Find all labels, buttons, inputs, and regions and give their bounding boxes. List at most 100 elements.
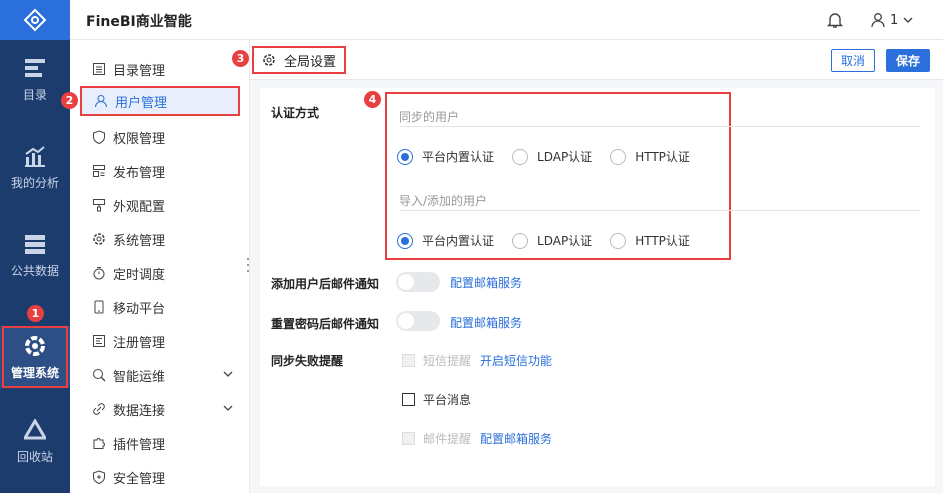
user-icon [871,13,885,28]
mail-on-add-toggle[interactable] [396,272,440,292]
step-badge-3: 3 [232,50,249,67]
radio-label: 平台内置认证 [422,150,495,164]
menu-item-label: 定时调度 [113,267,166,283]
ops-icon [92,368,106,382]
sync-radio-ldap[interactable]: LDAP认证 [512,148,592,165]
rail-item-catalog[interactable]: 目录 [0,48,70,110]
cancel-button[interactable]: 取消 [831,49,876,72]
menu-item-schedule[interactable]: 定时调度 [80,258,240,288]
sms-reminder-text: 短信提醒 [423,354,472,368]
gear-icon [263,54,275,66]
rail-item-system[interactable]: 管理系统 [0,326,70,388]
top-bar: FineBI商业智能 1 [70,0,943,40]
mobile-icon [92,300,106,314]
menu-item-label: 插件管理 [113,437,166,453]
menu-item-label: 系统管理 [113,233,166,249]
mail-on-add-config-link[interactable]: 配置邮箱服务 [450,274,522,291]
menu-item-label: 发布管理 [113,165,166,181]
import-radio-ldap[interactable]: LDAP认证 [512,232,592,249]
radio-label: HTTP认证 [635,234,690,248]
save-button[interactable]: 保存 [886,49,931,72]
mail-reminder-row: 邮件提醒 [402,430,471,447]
rail-item-recycle[interactable]: 回收站 [0,410,70,472]
sync-radio-http[interactable]: HTTP认证 [610,148,690,165]
radio-label: LDAP认证 [537,234,593,248]
shield-icon [92,130,106,144]
menu-item-permission[interactable]: 权限管理 [80,122,240,152]
rail-item-label: 公共数据 [10,263,59,278]
rail-item-label: 回收站 [16,449,53,464]
rail-item-analysis[interactable]: 我的分析 [0,136,70,198]
user-menu[interactable]: 1 [870,10,914,30]
menu-item-ops[interactable]: 智能运维 [80,360,240,390]
import-radio-http[interactable]: HTTP认证 [610,232,690,249]
menu-item-system[interactable]: 系统管理 [80,224,240,254]
auth-method-section: 同步的用户 平台内置认证 LDAP认证 HTTP认证 导入/添加的用户 平台内置… [385,92,921,260]
sms-reminder-row: 短信提醒 [402,352,471,369]
link-icon [92,402,106,416]
sync-auth-options: 平台内置认证 LDAP认证 HTTP认证 [397,148,708,165]
mail-reminder-text: 邮件提醒 [423,432,472,446]
menu-item-security[interactable]: 安全管理 [80,462,240,492]
sync-radio-builtin[interactable]: 平台内置认证 [397,148,494,165]
publish-icon [92,164,106,178]
mail-on-add-label: 添加用户后邮件通知 [271,277,380,291]
divider [399,126,921,127]
database-icon [23,232,47,256]
mail-reminder-checkbox[interactable] [402,432,415,445]
menu-item-publish[interactable]: 发布管理 [80,156,240,186]
menu-item-label: 注册管理 [113,335,166,351]
list-icon [92,62,106,76]
bell-icon[interactable] [826,11,844,29]
platform-message-row: 平台消息 [402,391,471,408]
mail-on-reset-config-link[interactable]: 配置邮箱服务 [450,314,522,331]
tab-global-settings[interactable]: 全局设置 [252,46,346,74]
sync-users-title: 同步的用户 [399,110,460,124]
divider [399,210,921,211]
menu-item-appearance[interactable]: 外观配置 [80,190,240,220]
menu-item-register[interactable]: 注册管理 [80,326,240,356]
finebi-logo-icon [23,8,47,32]
left-rail: 目录 我的分析 公共数据 管理系统 回收站 [0,0,70,493]
brush-icon [92,198,106,212]
menu-item-label: 外观配置 [113,199,166,215]
menu-item-label: 移动平台 [113,301,166,317]
rail-item-label: 我的分析 [10,175,59,190]
analysis-icon [23,144,47,168]
platform-message-text: 平台消息 [423,393,472,407]
plugin-icon [92,436,106,450]
import-radio-builtin[interactable]: 平台内置认证 [397,232,494,249]
user-name: 1 [890,12,899,28]
import-users-title: 导入/添加的用户 [399,194,488,208]
content-area: 全局设置 取消 保存 认证方式 同步的用户 平台内置认证 LDAP认证 HTTP… [250,40,943,493]
mail-reminder-config-link[interactable]: 配置邮箱服务 [480,430,552,447]
menu-item-label: 安全管理 [113,471,166,487]
timer-icon [92,266,106,280]
chevron-down-icon[interactable] [222,402,234,414]
mail-on-reset-label: 重置密码后邮件通知 [271,317,380,331]
radio-label: 平台内置认证 [422,234,495,248]
chevron-down-icon[interactable] [222,368,234,380]
radio-label: LDAP认证 [537,150,593,164]
settings-panel: 认证方式 同步的用户 平台内置认证 LDAP认证 HTTP认证 导入/添加的用户… [260,88,935,486]
menu-item-data-connection[interactable]: 数据连接 [80,394,240,424]
step-badge-2: 2 [61,92,78,109]
radio-label: HTTP认证 [635,150,690,164]
app-logo[interactable] [0,0,70,40]
platform-message-checkbox[interactable] [402,393,415,406]
menu-item-plugin[interactable]: 插件管理 [80,428,240,458]
sms-reminder-checkbox[interactable] [402,354,415,367]
user-icon [94,94,108,108]
rail-item-public-data[interactable]: 公共数据 [0,224,70,286]
security-icon [92,470,106,484]
rail-item-label: 目录 [22,87,47,102]
menu-item-label: 权限管理 [113,131,166,147]
menu-item-catalog[interactable]: 目录管理 [80,54,240,84]
menu-item-mobile[interactable]: 移动平台 [80,292,240,322]
menu-item-user[interactable]: 用户管理 [80,86,240,116]
tab-bar: 全局设置 取消 保存 [250,40,943,80]
enable-sms-link[interactable]: 开启短信功能 [480,352,552,369]
step-badge-4: 4 [364,91,381,108]
menu-item-label: 目录管理 [113,63,166,79]
mail-on-reset-toggle[interactable] [396,311,440,331]
